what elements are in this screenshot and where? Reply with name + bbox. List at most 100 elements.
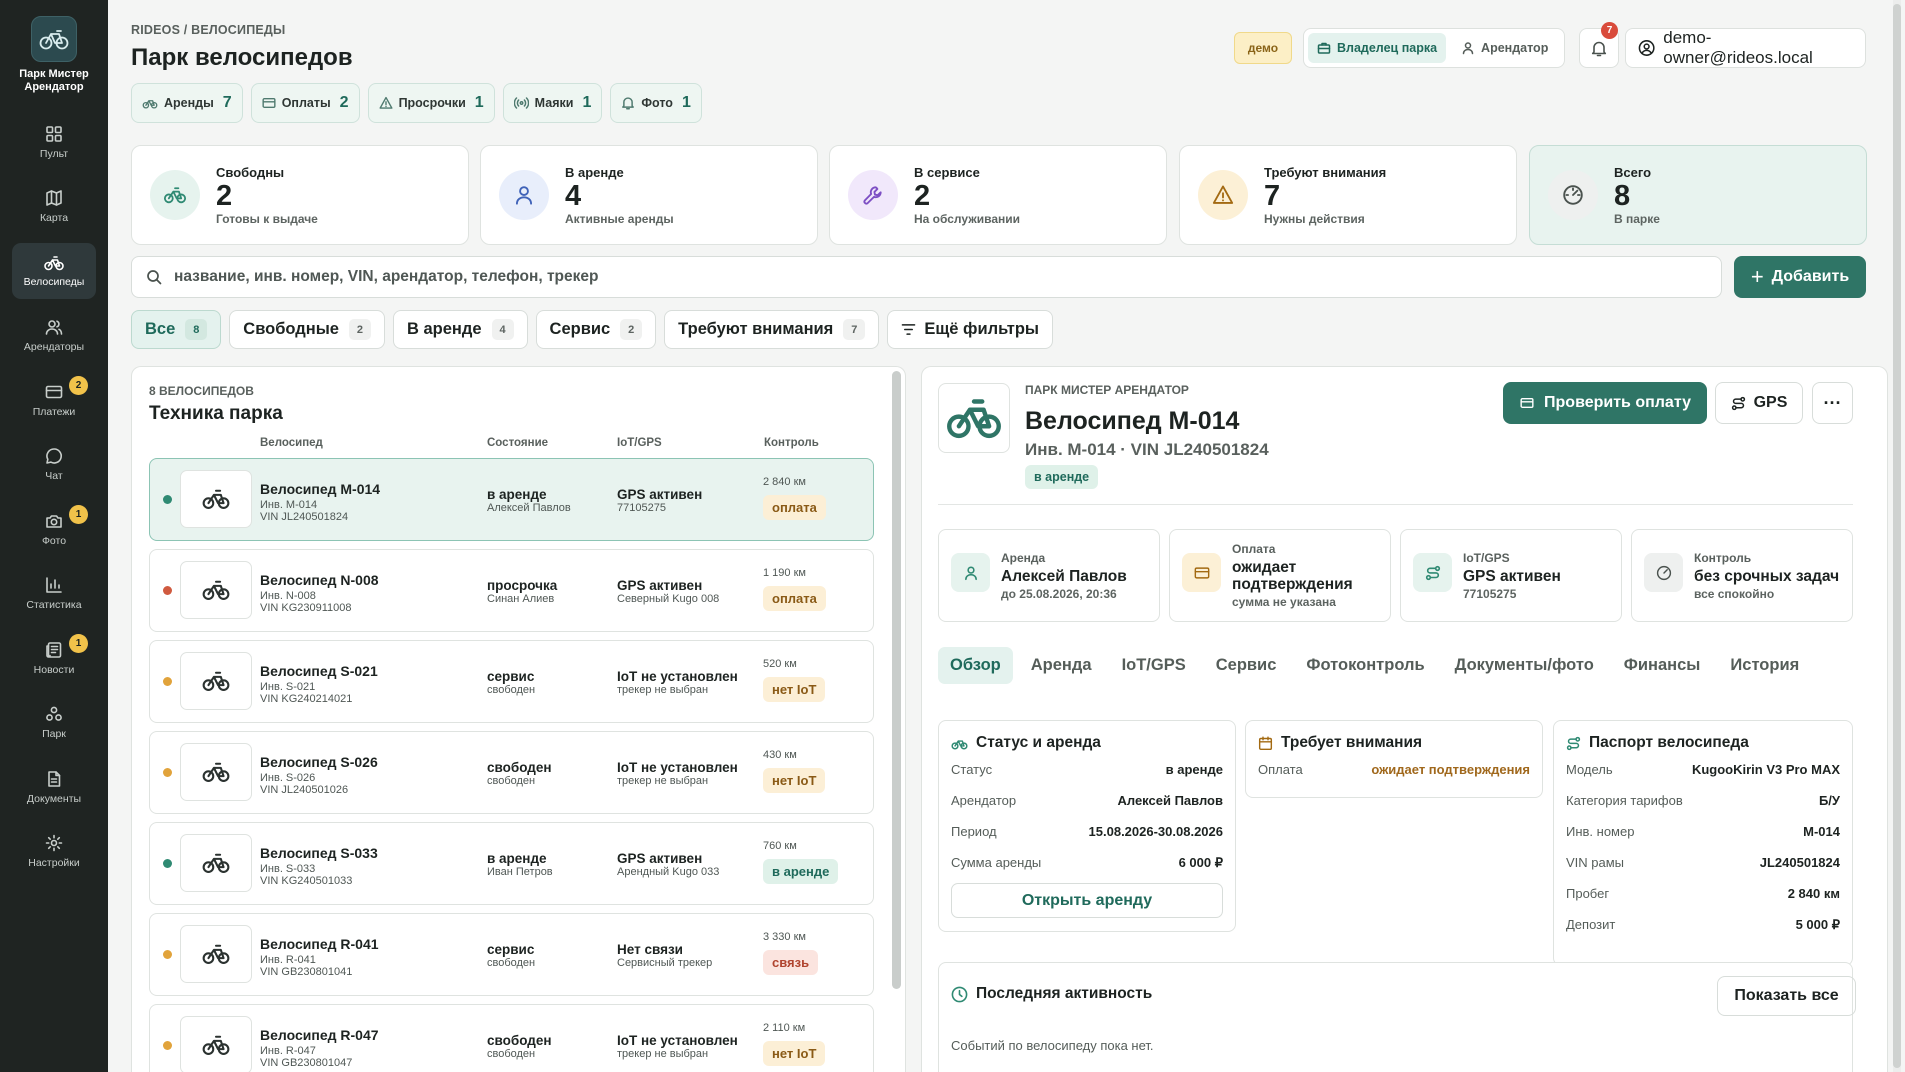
tab-photo-control[interactable]: Фотоконтроль [1294, 647, 1436, 684]
sidebar-item-settings[interactable]: Настройки [12, 824, 96, 880]
stat-sub: Активные аренды [565, 211, 674, 226]
bike-inv: Инв. S-021 [260, 681, 316, 693]
park-icon [46, 706, 62, 721]
bike-icon [947, 399, 1001, 439]
chip-count: 1 [681, 94, 691, 111]
kv-value: 6 000 ₽ [1178, 855, 1223, 870]
tab-finance[interactable]: Финансы [1612, 647, 1713, 684]
filter-attention[interactable]: Требуют внимания 7 [664, 310, 880, 349]
stat-card-attention[interactable]: Требуют внимания 7 Нужны действия [1179, 145, 1517, 245]
box-header: Статус и аренда [951, 734, 1101, 752]
bike-icon [44, 255, 64, 270]
info-card-iot[interactable]: IoT/GPS GPS активен 77105275 [1400, 529, 1622, 622]
tab-service[interactable]: Сервис [1204, 647, 1289, 684]
chip-overdue[interactable]: Просрочки 1 [367, 83, 495, 123]
gear-icon [45, 834, 63, 852]
info-card-rental[interactable]: Аренда Алексей Павлов до 25.08.2026, 20:… [938, 529, 1160, 622]
column-header-control[interactable]: Контроль [764, 437, 819, 449]
role-owner-button[interactable]: Владелец парка [1308, 33, 1447, 63]
table-row[interactable]: Велосипед S-021 Инв. S-021 VIN KG24021402… [149, 640, 874, 723]
sidebar-item-news[interactable]: Новости 1 [12, 630, 96, 686]
sidebar-item-chat[interactable]: Чат [12, 437, 96, 493]
column-header-bike[interactable]: Велосипед [260, 437, 323, 449]
tab-overview[interactable]: Обзор [938, 647, 1013, 684]
bike-state: свободен [487, 760, 552, 775]
sidebar-item-label: Фото [41, 534, 67, 547]
chip-photo[interactable]: Фото 1 [610, 83, 702, 123]
bike-iot-sub: 77105275 [617, 502, 666, 514]
bike-icon [202, 671, 230, 691]
kv-value: в аренде [1165, 762, 1223, 777]
more-filters-button[interactable]: Ещё фильтры [887, 310, 1054, 349]
route-icon [1731, 396, 1745, 410]
table-row[interactable]: Велосипед R-047 Инв. R-047 VIN GB23080104… [149, 1004, 874, 1072]
sidebar-item-label: Документы [26, 792, 82, 805]
camera-icon [46, 514, 62, 528]
sidebar-item-stats[interactable]: Статистика [12, 566, 96, 622]
sidebar-item-bikes[interactable]: Велосипеды [12, 243, 96, 299]
show-all-button[interactable]: Показать все [1717, 976, 1856, 1016]
brand[interactable]: Парк Мистер Арендатор [0, 16, 108, 94]
sidebar-item-photo[interactable]: Фото 1 [12, 501, 96, 557]
check-payment-button[interactable]: Проверить оплату [1503, 382, 1707, 424]
breadcrumb[interactable]: RIDEOS / ВЕЛОСИПЕДЫ [131, 23, 285, 37]
sidebar-item-payments[interactable]: Платежи 2 [12, 372, 96, 428]
filter-service[interactable]: Сервис 2 [535, 310, 657, 349]
page-scrollbar-thumb[interactable] [1893, 4, 1901, 1068]
table-row[interactable]: Велосипед N-008 Инв. N-008 VIN KG23091100… [149, 549, 874, 632]
table-row[interactable]: Велосипед M-014 Инв. M-014 VIN JL24050182… [149, 458, 874, 541]
filter-all[interactable]: Все 8 [131, 310, 222, 349]
sidebar-item-dashboard[interactable]: Пульт [12, 114, 96, 170]
filter-rented[interactable]: В аренде 4 [392, 310, 528, 349]
search-input[interactable]: название, инв. номер, VIN, арендатор, те… [131, 256, 1722, 298]
tab-rental[interactable]: Аренда [1019, 647, 1104, 684]
tab-documents[interactable]: Документы/фото [1443, 647, 1606, 684]
info-label: Аренда [1001, 551, 1046, 565]
chip-payments[interactable]: Оплаты 2 [250, 83, 360, 123]
filter-count: 2 [348, 319, 371, 340]
bike-mileage: 2 840 км [763, 476, 806, 488]
sidebar-item-renters[interactable]: Арендаторы [12, 308, 96, 364]
bike-icon [202, 1035, 230, 1055]
tab-history[interactable]: История [1718, 647, 1811, 684]
stat-card-free[interactable]: Свободны 2 Готовы к выдаче [131, 145, 469, 245]
open-rental-button[interactable]: Открыть аренду [951, 883, 1223, 918]
sidebar-item-map[interactable]: Карта [12, 179, 96, 235]
more-options-button[interactable]: ··· [1812, 382, 1853, 424]
column-header-state[interactable]: Состояние [487, 437, 548, 449]
column-header-iot[interactable]: IoT/GPS [617, 437, 662, 449]
bike-state: в аренде [487, 487, 547, 502]
table-row[interactable]: Велосипед S-033 Инв. S-033 VIN KG24050103… [149, 822, 874, 905]
stats-icon [46, 577, 62, 593]
account-button[interactable]: demo-owner@rideos.local [1625, 28, 1866, 68]
info-card-control[interactable]: Контроль без срочных задач все спокойно [1631, 529, 1853, 622]
activity-box: Последняя активность Показать все Событи… [938, 962, 1856, 1072]
sidebar-item-documents[interactable]: Документы [12, 759, 96, 815]
bike-thumbnail [180, 925, 252, 983]
info-card-payment[interactable]: Оплата ожидает подтверждения сумма не ук… [1169, 529, 1391, 622]
photo-badge: 1 [69, 505, 88, 524]
tab-iot-gps[interactable]: IoT/GPS [1110, 647, 1198, 684]
stat-card-total[interactable]: Всего 8 В парке [1529, 145, 1867, 245]
chip-beacons[interactable]: Маяки 1 [502, 83, 603, 123]
bike-state-sub: свободен [487, 775, 536, 787]
bike-iot-sub: Сервисный трекер [617, 957, 713, 969]
stat-card-rented[interactable]: В аренде 4 Активные аренды [480, 145, 818, 245]
table-row[interactable]: Велосипед R-041 Инв. R-041 VIN GB23080104… [149, 913, 874, 996]
page-scrollbar[interactable] [1893, 0, 1901, 1072]
gps-button[interactable]: GPS [1715, 382, 1803, 424]
sidebar-item-label: Велосипеды [23, 275, 85, 288]
bike-ids: Инв. R-047 VIN GB230801047 [260, 1045, 352, 1069]
stat-card-service[interactable]: В сервисе 2 На обслуживании [829, 145, 1167, 245]
chip-rentals[interactable]: Аренды 7 [131, 83, 243, 123]
add-button[interactable]: + Добавить [1734, 256, 1866, 298]
list-scrollbar[interactable] [892, 371, 901, 989]
sidebar-item-park[interactable]: Парк [12, 695, 96, 751]
table-row[interactable]: Велосипед S-026 Инв. S-026 VIN JL24050102… [149, 731, 874, 814]
gauge-icon [1656, 565, 1671, 580]
filter-tabs: Все 8 Свободные 2 В аренде 4 Сервис 2 Требую… [131, 310, 1054, 349]
card-icon [262, 98, 276, 108]
filter-label: Требуют внимания [678, 320, 834, 338]
filter-free[interactable]: Свободные 2 [229, 310, 385, 349]
role-renter-button[interactable]: Арендатор [1452, 33, 1557, 63]
